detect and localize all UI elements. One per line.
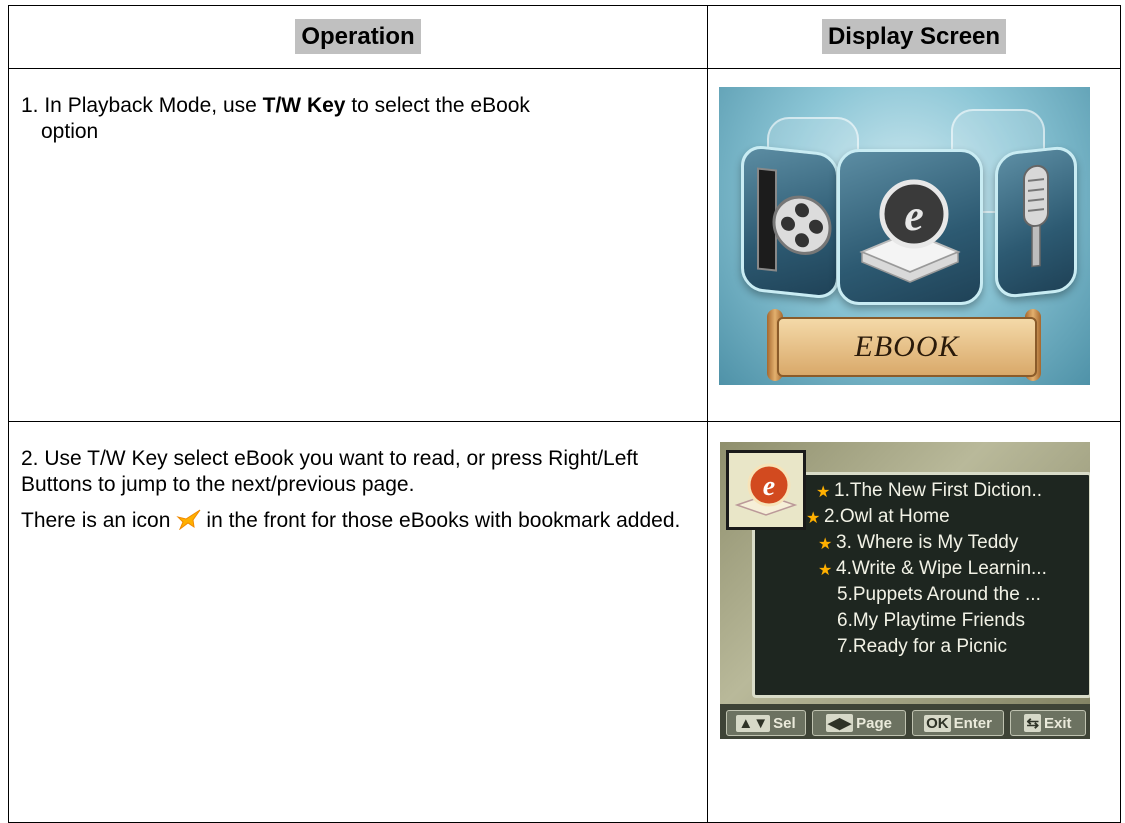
svg-text:e: e: [904, 191, 924, 240]
tw-key-label: T/W Key: [262, 94, 346, 117]
return-icon: ⇆: [1024, 714, 1042, 732]
display-header: Display Screen: [707, 5, 1121, 69]
audio-tile: [995, 144, 1077, 300]
bookmark-star-icon: ★: [816, 484, 831, 501]
video-tile: [741, 143, 839, 301]
ebook-item[interactable]: 2.Owl at Home: [824, 506, 950, 528]
bookmark-star-icon: ★: [806, 510, 821, 527]
bookmark-note: There is an icon in the front for those e…: [21, 509, 681, 532]
ebook-icon: e: [859, 179, 961, 283]
ebook-item[interactable]: 5.Puppets Around the ...: [837, 584, 1041, 606]
instruction-table: Operation Display Screen 1. In Playback …: [8, 5, 1121, 823]
operation-header: Operation: [8, 5, 708, 69]
step1-display-cell: e EBOOK: [707, 68, 1121, 422]
control-bar: ▲▼ Sel ◀▶ Page OK Enter ⇆ Exit: [720, 704, 1090, 739]
operation-header-label: Operation: [295, 19, 421, 54]
ebook-list-screen: e ★ 1.The New First Diction.. ★ 2.Owl at…: [720, 442, 1090, 739]
bookmark-star-icon: ★: [818, 562, 833, 579]
manual-page: Operation Display Screen 1. In Playback …: [0, 0, 1125, 823]
ebook-caption: EBOOK: [854, 330, 960, 363]
ebook-item[interactable]: 7.Ready for a Picnic: [837, 636, 1007, 658]
ebook-item[interactable]: 4.Write & Wipe Learnin...: [836, 558, 1047, 580]
enter-hint[interactable]: OK Enter: [912, 710, 1004, 736]
display-header-label: Display Screen: [821, 19, 1007, 54]
svg-text:e: e: [763, 471, 775, 502]
select-hint[interactable]: ▲▼ Sel: [726, 710, 806, 736]
exit-hint[interactable]: ⇆ Exit: [1010, 710, 1086, 736]
step1-operation-cell: 1. In Playback Mode, use T/W Key to sele…: [8, 68, 708, 422]
bookmark-star-icon: ★: [818, 536, 833, 553]
microphone-icon: [1023, 164, 1049, 268]
step2-operation-cell: 2. Use T/W Key select eBook you want to …: [8, 421, 708, 823]
ebook-small-icon: e: [734, 463, 798, 516]
ebook-mode-screen: e EBOOK: [719, 87, 1090, 385]
step2-text: 2. Use T/W Key select eBook you want to …: [21, 447, 639, 496]
ebook-item[interactable]: 1.The New First Diction..: [834, 480, 1042, 502]
ebook-item[interactable]: 6.My Playtime Friends: [837, 610, 1025, 632]
step1-text: 1. In Playback Mode, use T/W Key to sele…: [21, 94, 530, 143]
ebook-tile: e: [837, 149, 983, 305]
ebook-item[interactable]: 3. Where is My Teddy: [836, 532, 1018, 554]
page-hint[interactable]: ◀▶ Page: [812, 710, 906, 736]
bookmark-star-icon: [176, 509, 201, 530]
ebook-thumbnail: e: [726, 450, 806, 530]
film-reel-icon: [757, 167, 832, 272]
ebook-scroll-banner: EBOOK: [777, 317, 1037, 377]
step2-display-cell: e ★ 1.The New First Diction.. ★ 2.Owl at…: [707, 421, 1121, 823]
